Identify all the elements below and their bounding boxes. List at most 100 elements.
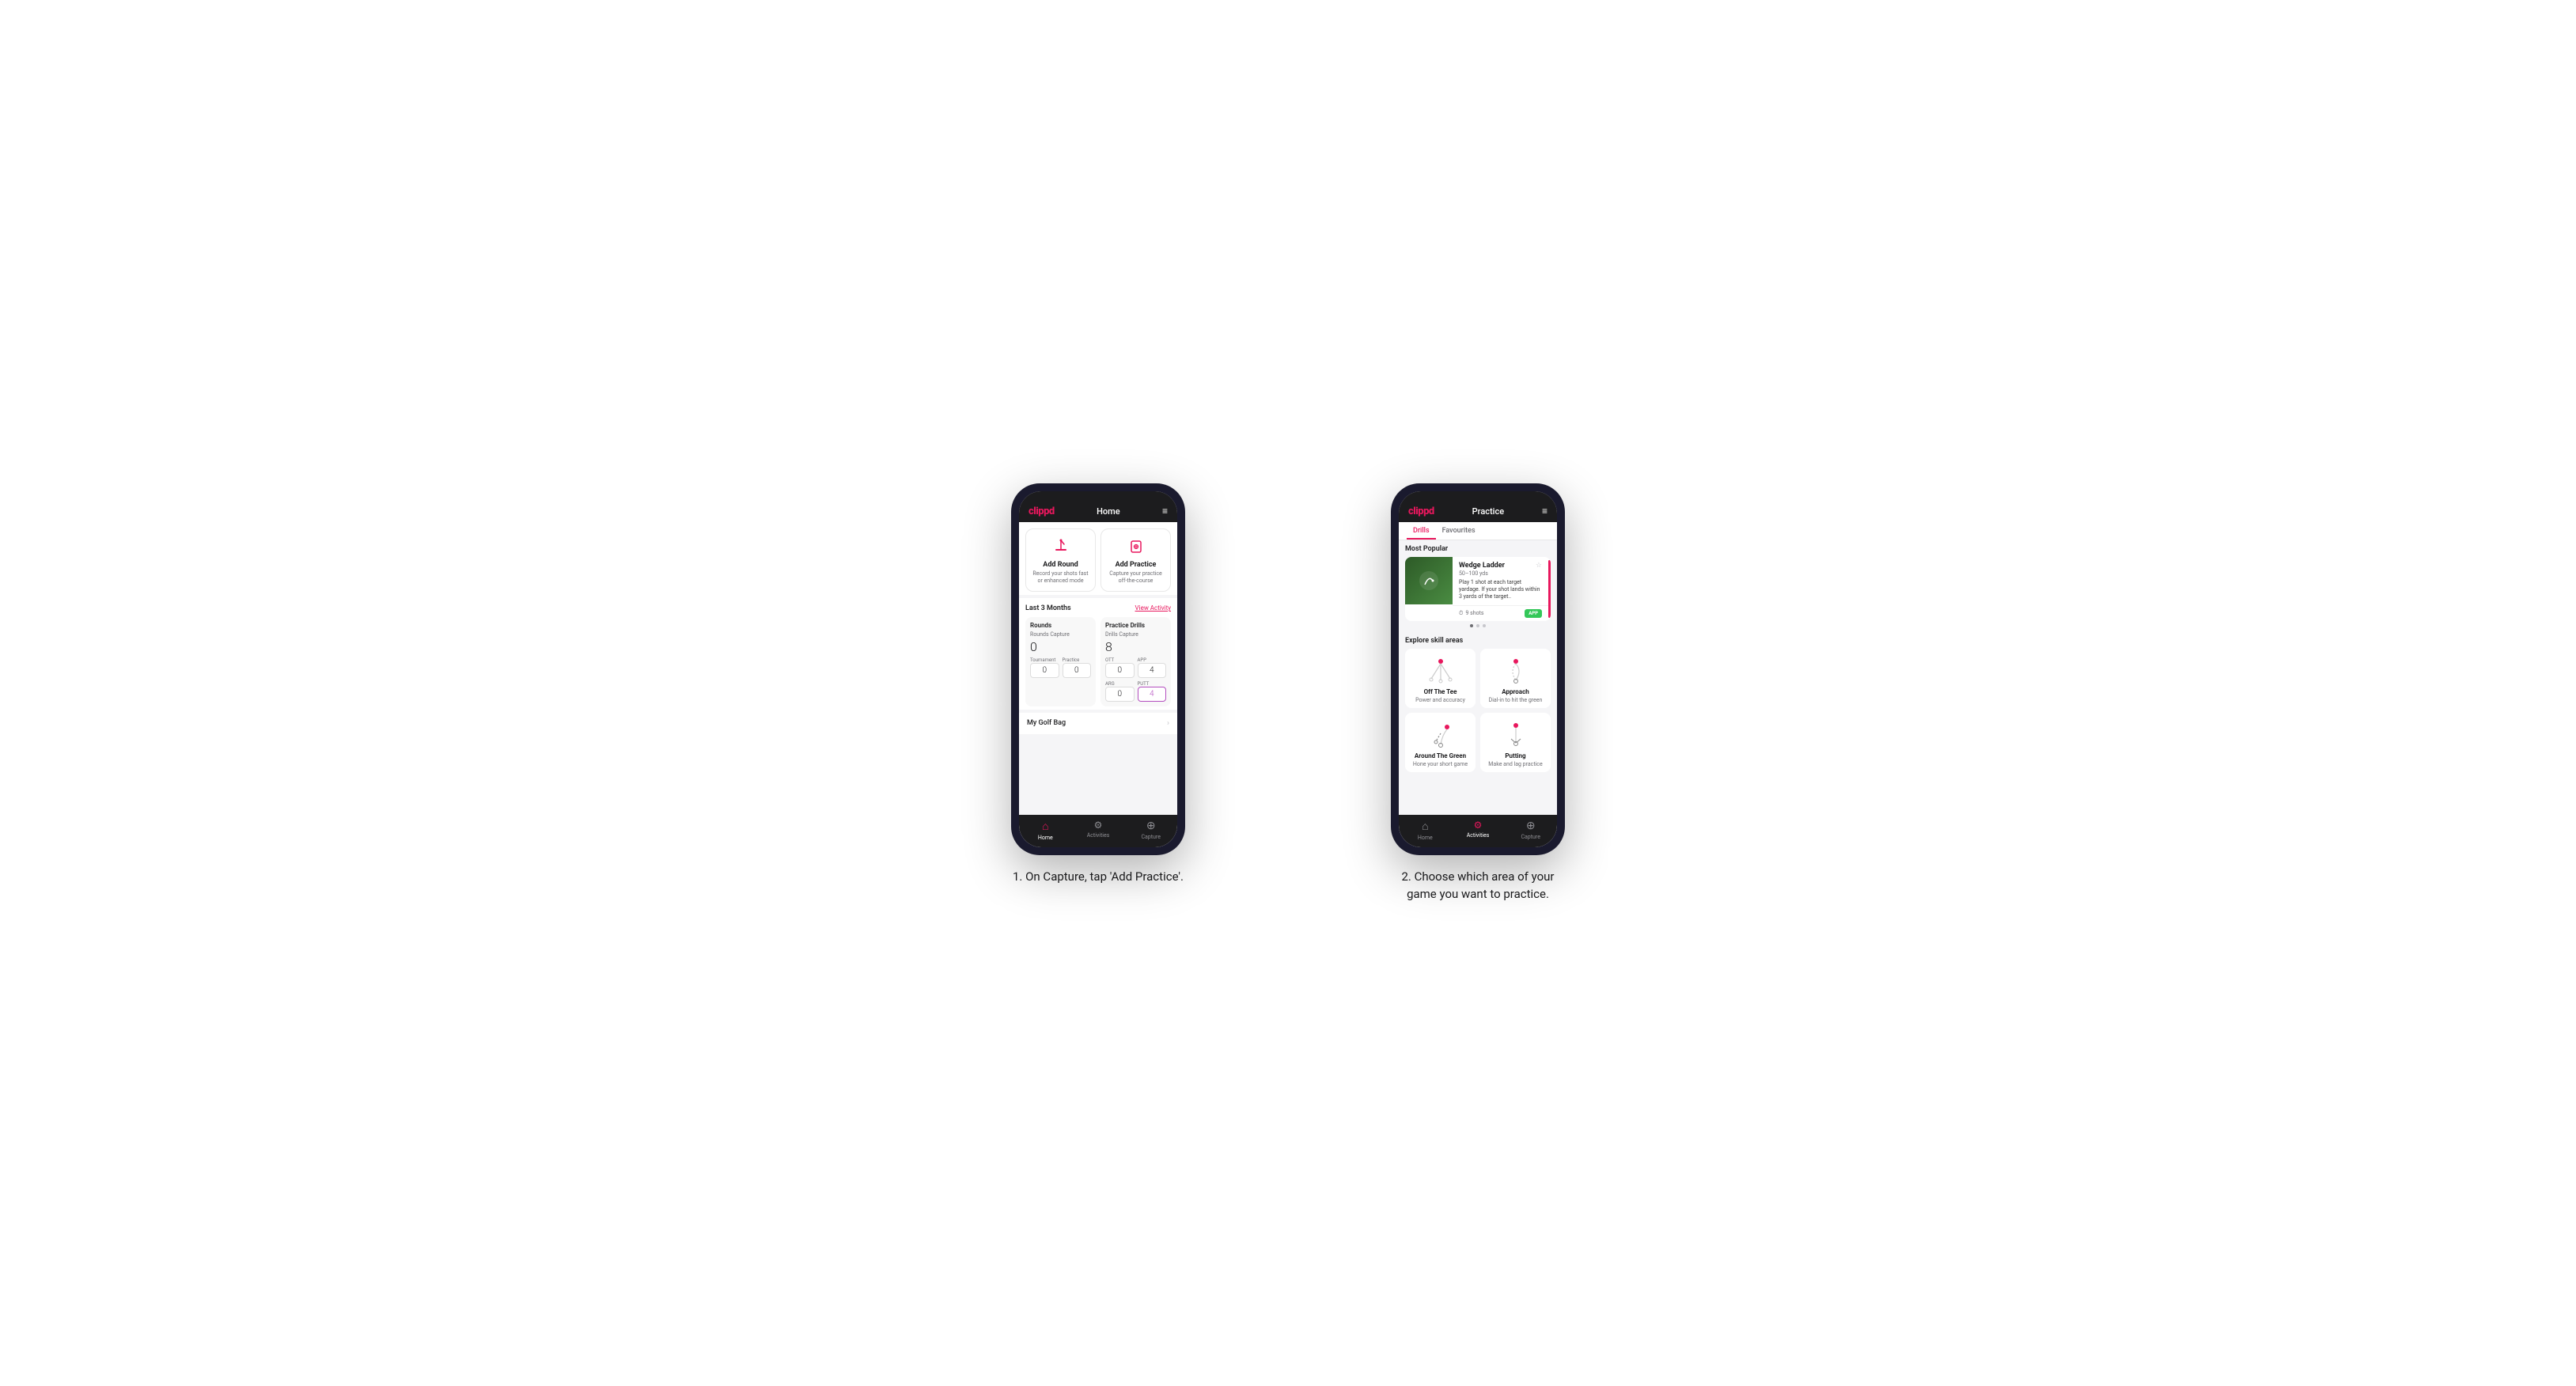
most-popular-title: Most Popular <box>1405 545 1551 553</box>
tournament-stat: Tournament 0 <box>1030 657 1059 678</box>
approach-visual <box>1500 655 1532 685</box>
tabs-bar: Drills Favourites <box>1399 522 1557 540</box>
featured-card-title: Wedge Ladder <box>1459 562 1505 570</box>
hamburger-icon-2[interactable]: ≡ <box>1542 506 1547 517</box>
tournament-label: Tournament <box>1030 657 1059 663</box>
tab-favourites[interactable]: Favourites <box>1436 522 1482 540</box>
activities-icon-2: ⚙ <box>1474 820 1483 831</box>
drills-sub-stats-2: ARG 0 PUTT 4 <box>1105 681 1166 702</box>
stats-period: Last 3 Months <box>1025 604 1071 612</box>
app-header-1: clippd Home ≡ <box>1019 501 1177 522</box>
add-practice-card[interactable]: Add Practice Capture your practice off-t… <box>1100 528 1171 592</box>
drills-sub-stats: OTT 0 APP 4 <box>1105 657 1166 678</box>
nav-capture-1[interactable]: ⊕ Capture <box>1124 815 1177 847</box>
featured-yardage: 50–100 yds <box>1459 570 1542 577</box>
app-title-1: Home <box>1097 506 1120 517</box>
around-the-green-visual <box>1425 719 1457 749</box>
nav-capture-2[interactable]: ⊕ Capture <box>1504 815 1557 847</box>
bottom-nav-1: ⌂ Home ⚙ Activities ⊕ Capture <box>1019 815 1177 847</box>
shots-count-text: 9 shots <box>1465 610 1483 616</box>
approach-desc: Dial-in to hit the green <box>1489 697 1543 703</box>
app-header-2: clippd Practice ≡ <box>1399 501 1557 522</box>
caption-text-2: 2. Choose which area of your game you wa… <box>1391 868 1565 903</box>
explore-title: Explore skill areas <box>1405 637 1551 645</box>
featured-desc: Play 1 shot at each target yardage. If y… <box>1459 579 1542 600</box>
nav-home-1[interactable]: ⌂ Home <box>1019 815 1072 847</box>
putt-stat: PUTT 4 <box>1138 681 1167 702</box>
rounds-col-title: Rounds <box>1030 622 1091 629</box>
caption-text-1: 1. On Capture, tap 'Add Practice'. <box>1013 868 1184 886</box>
stats-section: Last 3 Months View Activity Rounds Round… <box>1019 598 1177 710</box>
dot-1 <box>1470 624 1473 627</box>
nav-capture-label-1: Capture <box>1141 834 1160 840</box>
phone-2-frame: clippd Practice ≡ Drills Favourites Most… <box>1391 483 1565 855</box>
tournament-value: 0 <box>1030 663 1059 678</box>
golf-bag-label: My Golf Bag <box>1027 719 1066 727</box>
page-wrapper: clippd Home ≡ <box>932 483 1644 903</box>
add-round-title: Add Round <box>1043 561 1078 569</box>
putt-label: PUTT <box>1138 681 1167 687</box>
capture-icon-2: ⊕ <box>1526 820 1536 832</box>
practice-label: Practice <box>1063 657 1092 663</box>
featured-sidebar-accent <box>1548 560 1551 618</box>
featured-card[interactable]: Wedge Ladder ☆ 50–100 yds Play 1 shot at… <box>1405 557 1551 621</box>
drills-col-title: Practice Drills <box>1105 622 1166 629</box>
skill-approach[interactable]: Approach Dial-in to hit the green <box>1480 649 1551 708</box>
nav-home-label-1: Home <box>1038 835 1053 841</box>
skill-putting[interactable]: Putting Make and lag practice <box>1480 713 1551 772</box>
stats-header: Last 3 Months View Activity <box>1025 604 1171 612</box>
chevron-right-icon: › <box>1167 719 1169 728</box>
featured-section: Most Popular <box>1399 540 1557 634</box>
drills-main-value: 8 <box>1105 639 1166 654</box>
tab-drills[interactable]: Drills <box>1407 522 1436 540</box>
putting-desc: Make and lag practice <box>1488 761 1542 767</box>
dot-2 <box>1476 624 1479 627</box>
view-activity-link[interactable]: View Activity <box>1135 604 1171 612</box>
ott-value: 0 <box>1105 663 1135 678</box>
nav-activities-1[interactable]: ⚙ Activities <box>1072 815 1125 847</box>
nav-capture-label-2: Capture <box>1521 834 1540 840</box>
caption-2: 2. Choose which area of your game you wa… <box>1391 868 1565 903</box>
ott-label: OTT <box>1105 657 1135 663</box>
nav-activities-2[interactable]: ⚙ Activities <box>1452 815 1505 847</box>
phone-1-section: clippd Home ≡ <box>932 483 1264 886</box>
phone-2-section: clippd Practice ≡ Drills Favourites Most… <box>1312 483 1644 903</box>
app-badge: APP <box>1525 609 1542 618</box>
screen-content-1: Add Round Record your shots fast or enha… <box>1019 522 1177 815</box>
add-practice-title: Add Practice <box>1116 561 1157 569</box>
rounds-sub-stats: Tournament 0 Practice 0 <box>1030 657 1091 678</box>
rounds-col: Rounds Rounds Capture 0 Tournament 0 <box>1025 617 1096 706</box>
putting-visual <box>1500 719 1532 749</box>
capture-icon-1: ⊕ <box>1146 820 1156 832</box>
add-round-card[interactable]: Add Round Record your shots fast or enha… <box>1025 528 1096 592</box>
nav-activities-label-2: Activities <box>1467 832 1490 839</box>
arg-value: 0 <box>1105 687 1135 702</box>
carousel-dots <box>1405 621 1551 631</box>
skill-grid: Off The Tee Power and accuracy <box>1405 649 1551 772</box>
putt-value: 4 <box>1138 687 1167 702</box>
nav-home-2[interactable]: ⌂ Home <box>1399 815 1452 847</box>
app-logo-1: clippd <box>1029 506 1055 517</box>
ott-stat: OTT 0 <box>1105 657 1135 678</box>
activities-icon-1: ⚙ <box>1094 820 1103 831</box>
screen-content-2: Most Popular <box>1399 540 1557 815</box>
add-round-icon <box>1050 536 1072 558</box>
home-icon-2: ⌂ <box>1422 820 1428 833</box>
clock-icon: ⏱ <box>1459 610 1463 617</box>
around-the-green-title: Around The Green <box>1415 752 1466 759</box>
hamburger-icon-1[interactable]: ≡ <box>1162 506 1168 517</box>
star-icon[interactable]: ☆ <box>1536 562 1542 570</box>
off-the-tee-visual <box>1425 655 1457 685</box>
golf-bag-row[interactable]: My Golf Bag › <box>1019 713 1177 734</box>
action-cards: Add Round Record your shots fast or enha… <box>1019 522 1177 595</box>
drills-capture-label: Drills Capture <box>1105 631 1166 638</box>
nav-home-label-2: Home <box>1418 835 1433 841</box>
around-the-green-desc: Hone your short game <box>1413 761 1468 767</box>
skill-off-the-tee[interactable]: Off The Tee Power and accuracy <box>1405 649 1476 708</box>
skill-section: Explore skill areas <box>1399 634 1557 777</box>
off-the-tee-title: Off The Tee <box>1424 688 1457 695</box>
skill-around-the-green[interactable]: Around The Green Hone your short game <box>1405 713 1476 772</box>
practice-value: 0 <box>1063 663 1092 678</box>
status-bar-1 <box>1019 491 1177 501</box>
phone-2-screen: clippd Practice ≡ Drills Favourites Most… <box>1399 491 1557 847</box>
